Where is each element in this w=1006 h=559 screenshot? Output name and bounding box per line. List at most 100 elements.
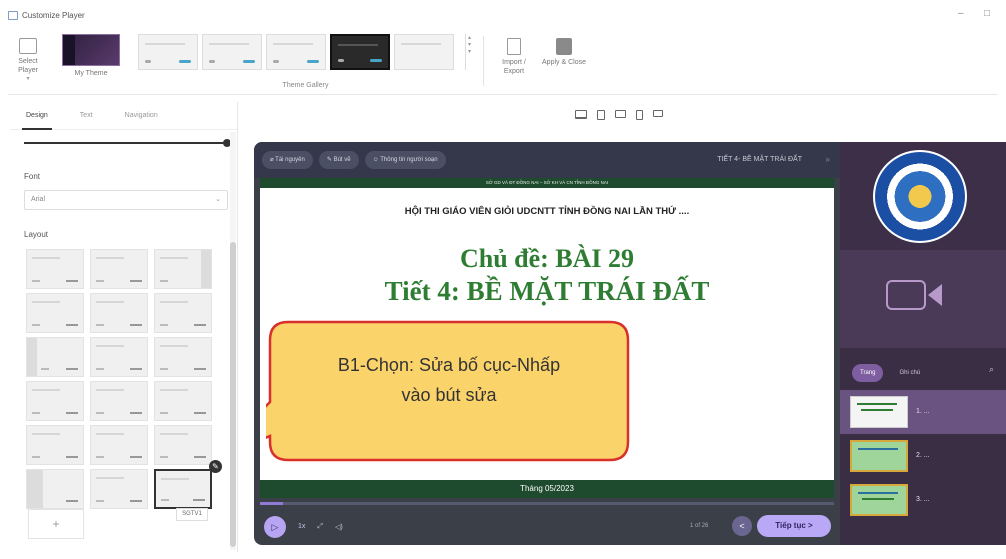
apply-close-label: Apply & Close xyxy=(542,59,586,66)
player-controls: ▷ 1x ⤢ ◁) 1 of 26 < Tiếp tục > xyxy=(254,508,840,545)
resources-button[interactable]: ⌀ Tài nguyên xyxy=(262,151,313,169)
size-slider[interactable] xyxy=(24,139,231,147)
tab-text[interactable]: Text xyxy=(64,102,109,130)
window-title: Customize Player xyxy=(22,10,85,20)
minimize-button[interactable]: – xyxy=(958,8,964,19)
select-player-label: Select Player xyxy=(18,58,38,74)
layout-tooltip: SGTV1 xyxy=(176,508,208,521)
thumbnail-item[interactable]: 1. ... xyxy=(840,390,1006,434)
my-theme-button[interactable]: My Theme xyxy=(56,30,126,78)
title-bar: Customize Player – □ xyxy=(0,0,1006,30)
instruction-callout: B1-Chọn: Sửa bố cục-Nhấp vào bút sửa xyxy=(266,318,632,463)
fullscreen-icon[interactable]: ⤢ xyxy=(317,523,323,531)
edit-pen-icon[interactable]: ✎ xyxy=(209,460,222,473)
chevron-down-icon: ⌄ xyxy=(215,196,221,203)
layout-option[interactable] xyxy=(154,381,212,421)
save-icon xyxy=(556,38,572,55)
slide-topic: Chủ đề: BÀI 29 xyxy=(459,244,635,273)
layout-option[interactable] xyxy=(90,425,148,465)
layout-option[interactable] xyxy=(90,337,148,377)
layout-option[interactable] xyxy=(26,425,84,465)
tab-pages[interactable]: Trang xyxy=(852,364,884,382)
thumbnail-label: 1. ... xyxy=(916,408,930,415)
page-info: 1 of 26 xyxy=(690,523,709,529)
video-placeholder xyxy=(840,250,1006,348)
add-layout-button[interactable]: + xyxy=(28,509,84,539)
next-button[interactable]: Tiếp tục > xyxy=(757,515,831,537)
layout-option[interactable] xyxy=(26,249,84,289)
progress-fill xyxy=(260,502,283,505)
layout-label: Layout xyxy=(24,230,49,239)
play-button[interactable]: ▷ xyxy=(264,515,286,538)
author-info-button[interactable]: ☺ Thông tin người soạn xyxy=(364,151,446,169)
my-theme-thumbnail xyxy=(62,34,120,66)
theme-gallery: ▴ ▾ ▾ Theme Gallery xyxy=(138,30,473,90)
tab-navigation[interactable]: Navigation xyxy=(109,102,174,130)
desktop-icon[interactable] xyxy=(575,110,587,119)
phone-portrait-icon[interactable] xyxy=(636,110,643,120)
progress-bar[interactable] xyxy=(260,502,834,505)
callout-line-2: vào bút sửa xyxy=(401,385,497,405)
tab-design[interactable]: Design xyxy=(10,102,64,130)
document-icon xyxy=(507,38,521,55)
video-camera-lens-icon xyxy=(928,284,942,306)
device-toggles xyxy=(575,110,663,120)
layout-option[interactable] xyxy=(26,469,84,509)
slide-band: SỞ GD VÀ ĐT ĐỒNG NAI – SỞ KH VÀ CN TỈNH … xyxy=(260,178,834,188)
school-logo xyxy=(873,150,967,243)
ribbon-divider xyxy=(483,36,484,86)
thumbnail-item[interactable]: 3. ... xyxy=(840,478,1006,522)
layout-option[interactable] xyxy=(90,293,148,333)
layout-option[interactable] xyxy=(90,381,148,421)
theme-tile[interactable] xyxy=(202,34,262,70)
gallery-label: Theme Gallery xyxy=(282,82,329,89)
tab-notes[interactable]: Ghi chú xyxy=(891,364,928,382)
search-icon[interactable]: ⌕ xyxy=(989,364,994,375)
font-label: Font xyxy=(24,172,41,181)
speed-button[interactable]: 1x xyxy=(298,523,305,530)
player-icon xyxy=(19,38,37,54)
player-sidebar: Trang Ghi chú ⌕ 1. ... 2. ... 3. ... xyxy=(840,142,1006,545)
thumbnail-label: 3. ... xyxy=(916,496,930,503)
ribbon: Select Player ▾ My Theme ▴ ▾ ▾ Theme Galle… xyxy=(8,30,998,95)
design-panel: Design Text Navigation Font Arial ⌄ Layo… xyxy=(10,102,238,552)
volume-icon[interactable]: ◁) xyxy=(335,523,343,531)
logo-area xyxy=(840,142,1006,250)
theme-tile[interactable] xyxy=(394,34,454,70)
video-camera-icon xyxy=(886,280,926,310)
prev-button[interactable]: < xyxy=(732,516,752,536)
gallery-scroll-button[interactable]: ▴ ▾ ▾ xyxy=(465,34,473,70)
collapse-arrow-icon[interactable]: » xyxy=(826,142,830,178)
layout-option[interactable] xyxy=(26,381,84,421)
author-info-label: Thông tin người soạn xyxy=(380,157,438,163)
callout-line-1: B1-Chọn: Sửa bố cục-Nhấp xyxy=(337,355,561,375)
layout-option[interactable] xyxy=(26,337,84,377)
phone-landscape-icon[interactable] xyxy=(653,110,663,117)
thumbnail-item[interactable]: 2. ... xyxy=(840,434,1006,478)
layout-option[interactable] xyxy=(154,293,212,333)
panel-scrollbar-thumb[interactable] xyxy=(230,242,236,547)
pen-button[interactable]: ✎ Bút vẽ xyxy=(318,151,359,169)
import-export-button[interactable]: Import / Export xyxy=(494,30,534,76)
maximize-button[interactable]: □ xyxy=(984,8,990,19)
panel-tabs: Design Text Navigation xyxy=(10,102,237,130)
player-toolbar: ⌀ Tài nguyên ✎ Bút vẽ ☺ Thông tin người … xyxy=(254,142,840,178)
select-player-button[interactable]: Select Player ▾ xyxy=(8,38,48,84)
layout-option[interactable] xyxy=(90,469,148,509)
layout-option[interactable] xyxy=(90,249,148,289)
pen-icon: ✎ xyxy=(326,157,334,163)
font-dropdown[interactable]: Arial ⌄ xyxy=(24,190,228,210)
theme-tile[interactable] xyxy=(266,34,326,70)
tablet-landscape-icon[interactable] xyxy=(615,110,626,118)
theme-tile[interactable] xyxy=(138,34,198,70)
apply-close-button[interactable]: Apply & Close xyxy=(542,30,586,67)
layout-option[interactable] xyxy=(154,337,212,377)
layout-option[interactable] xyxy=(154,425,212,465)
theme-tile-selected[interactable] xyxy=(330,34,390,70)
pen-label: Bút vẽ xyxy=(333,157,351,163)
tablet-portrait-icon[interactable] xyxy=(597,110,605,120)
my-theme-label: My Theme xyxy=(74,70,108,77)
layout-option-selected[interactable] xyxy=(154,469,212,509)
layout-option[interactable] xyxy=(26,293,84,333)
layout-option[interactable] xyxy=(154,249,212,289)
